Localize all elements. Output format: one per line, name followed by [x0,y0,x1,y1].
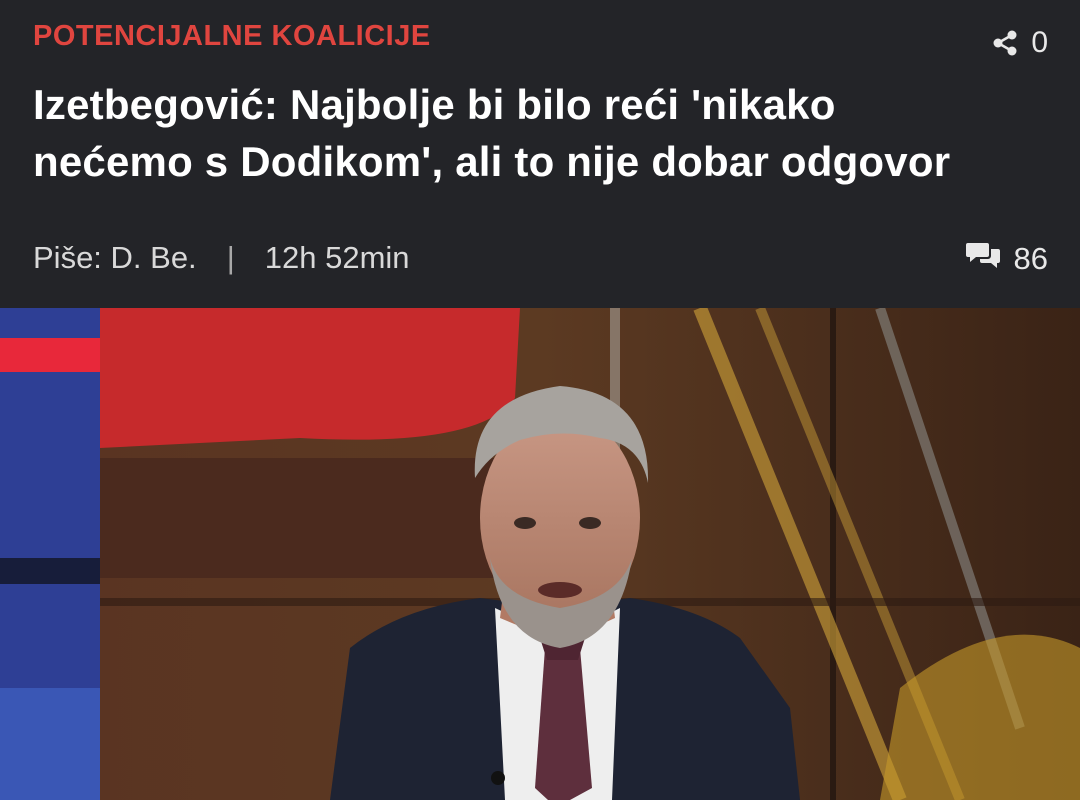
comments-icon [965,240,1002,278]
headline-line-2: nećemo s Dodikom', ali to nije dobar odg… [33,138,951,185]
meta-separator: | [226,240,235,275]
comment-count: 86 [1013,241,1048,276]
article-meta: Piše: D. Be. | 12h 52min [33,240,410,276]
article-headline[interactable]: Izetbegović: Najbolje bi bilo reći 'nika… [33,76,1043,190]
share-icon [991,29,1019,57]
share-button[interactable]: 0 [991,26,1048,60]
article-photo[interactable] [0,308,1080,800]
comments-button[interactable]: 86 [965,240,1048,278]
category-link[interactable]: POTENCIJALNE KOALICIJE [33,20,431,53]
author-label: Piše: D. Be. [33,240,197,275]
share-count: 0 [1031,26,1048,59]
headline-line-1: Izetbegović: Najbolje bi bilo reći 'nika… [33,81,836,128]
published-time: 12h 52min [264,240,410,275]
article-header: POTENCIJALNE KOALICIJE 0 Izetbegović: Na… [0,0,1080,308]
